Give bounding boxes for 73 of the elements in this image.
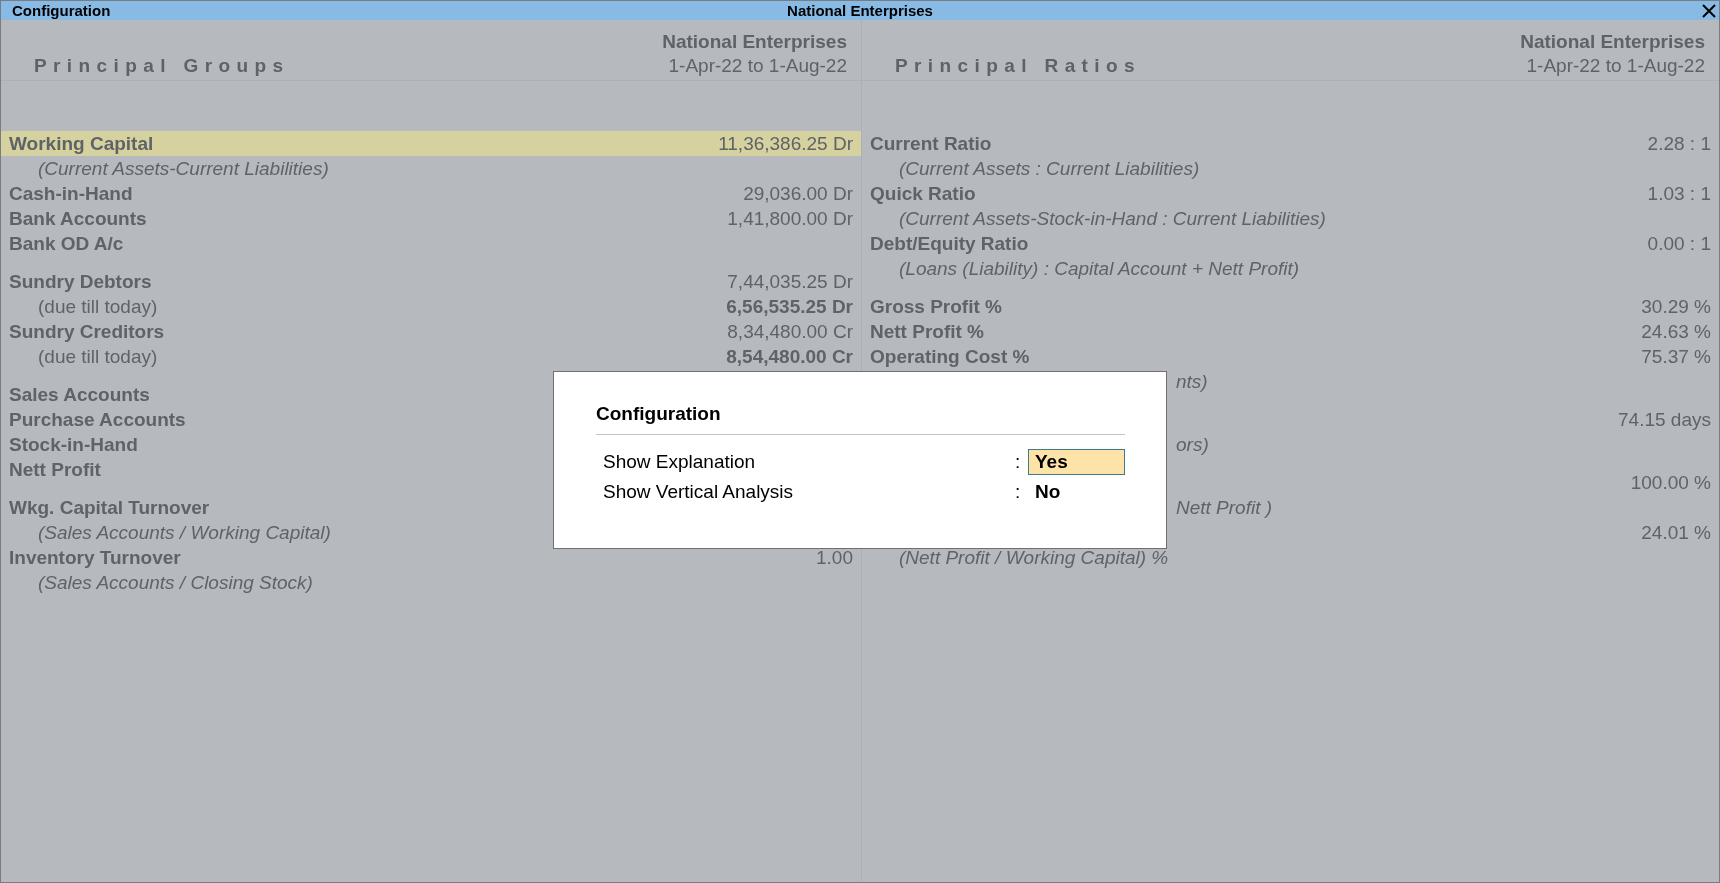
row-amount: 11,36,386.25 Dr <box>718 132 853 155</box>
close-icon[interactable] <box>1702 3 1716 18</box>
row-amount: 24.01 % <box>1641 521 1711 544</box>
row-amount: 2.28 : 1 <box>1647 132 1711 155</box>
row-label: Inventory Turnover <box>9 546 181 569</box>
formula-text: ors) <box>1175 433 1209 456</box>
company-name: National Enterprises <box>787 2 933 19</box>
row-label: Current Ratio <box>870 132 992 155</box>
row-amount: 1,41,800.00 Dr <box>727 207 853 230</box>
field-label: Show Vertical Analysis <box>602 481 795 503</box>
formula-text: (Sales Accounts / Closing Stock) <box>37 571 313 594</box>
report-row[interactable]: Working Capital 11,36,386.25 Dr <box>1 131 861 156</box>
report-row[interactable]: Operating Cost % 75.37 % <box>862 344 1719 369</box>
report-row[interactable]: Bank Accounts 1,41,800.00 Dr <box>1 206 861 231</box>
row-amount: 74.15 days <box>1618 408 1711 431</box>
formula-text: (Loans (Liability) : Capital Account + Nett Profit) <box>898 257 1300 280</box>
row-amount: 6,56,535.25 Dr <box>726 295 853 318</box>
row-amount: 1.03 : 1 <box>1647 182 1711 205</box>
separator-colon: : <box>1015 481 1022 503</box>
row-amount: 29,036.00 Dr <box>743 182 853 205</box>
row-label: (due till today) <box>37 345 158 368</box>
row-amount: 0.00 : 1 <box>1647 232 1711 255</box>
report-row[interactable]: Quick Ratio 1.03 : 1 <box>862 181 1719 206</box>
company-name: National Enterprises <box>662 30 847 54</box>
formula-text: nts) <box>1175 370 1208 393</box>
report-period: 1-Apr-22 to 1-Aug-22 <box>667 54 847 78</box>
row-amount: 1.00 <box>816 546 853 569</box>
report-row[interactable]: Sundry Debtors 7,44,035.25 Dr <box>1 269 861 294</box>
option-field[interactable]: Yes <box>1028 449 1125 475</box>
row-label: Quick Ratio <box>870 182 976 205</box>
row-amount: 75.37 % <box>1641 345 1711 368</box>
dialog-title: Configuration <box>596 402 1125 435</box>
row-amount: 24.63 % <box>1641 320 1711 343</box>
row-amount: 8,34,480.00 Cr <box>727 320 853 343</box>
report-row[interactable]: Inventory Turnover 1.00 <box>1 545 861 570</box>
report-row[interactable]: Debt/Equity Ratio 0.00 : 1 <box>862 231 1719 256</box>
window-title: Configuration <box>12 2 111 19</box>
option-field[interactable]: No <box>1028 479 1125 505</box>
formula-text: (Current Assets-Stock-in-Hand : Current Liabilities) <box>898 207 1326 230</box>
company-name: National Enterprises <box>1520 30 1705 54</box>
row-label: Nett Profit % <box>870 320 984 343</box>
row-label: Working Capital <box>9 132 154 155</box>
row-label: (due till today) <box>37 295 158 318</box>
report-row[interactable]: Bank OD A/c <box>1 231 861 256</box>
row-label: Debt/Equity Ratio <box>870 232 1029 255</box>
row-label: Cash-in-Hand <box>9 182 133 205</box>
row-label: Bank OD A/c <box>9 232 124 255</box>
row-label: Operating Cost % <box>870 345 1030 368</box>
report-heading: Principal Groups <box>33 54 291 78</box>
row-amount: 8,54,480.00 Cr <box>726 345 853 368</box>
row-label: Wkg. Capital Turnover <box>9 496 210 519</box>
field-label: Show Explanation <box>602 451 757 473</box>
row-label: Bank Accounts <box>9 207 147 230</box>
report-row[interactable]: Cash-in-Hand 29,036.00 Dr <box>1 181 861 206</box>
row-amount: 7,44,035.25 Dr <box>727 270 853 293</box>
separator-colon: : <box>1015 451 1022 473</box>
report-period: 1-Apr-22 to 1-Aug-22 <box>1525 54 1705 78</box>
row-label: Sales Accounts <box>9 383 150 406</box>
report-heading: Principal Ratios <box>894 54 1142 78</box>
report-row[interactable]: Nett Profit % 24.63 % <box>862 319 1719 344</box>
formula-text: (Current Assets-Current Liabilities) <box>37 157 329 180</box>
report-row[interactable]: Sundry Creditors 8,34,480.00 Cr <box>1 319 861 344</box>
formula-text: Nett Profit ) <box>1175 496 1273 519</box>
formula-text: (Nett Profit / Working Capital) % <box>898 546 1169 569</box>
report-row[interactable]: Gross Profit % 30.29 % <box>862 294 1719 319</box>
row-label: Sundry Creditors <box>9 320 165 343</box>
formula-text: (Sales Accounts / Working Capital) <box>37 521 331 544</box>
row-label: Gross Profit % <box>870 295 1002 318</box>
row-label: Stock-in-Hand <box>9 433 138 456</box>
row-amount: 30.29 % <box>1641 295 1711 318</box>
row-label: Sundry Debtors <box>9 270 152 293</box>
report-row[interactable]: Current Ratio 2.28 : 1 <box>862 131 1719 156</box>
formula-text: (Current Assets : Current Liabilities) <box>898 157 1200 180</box>
